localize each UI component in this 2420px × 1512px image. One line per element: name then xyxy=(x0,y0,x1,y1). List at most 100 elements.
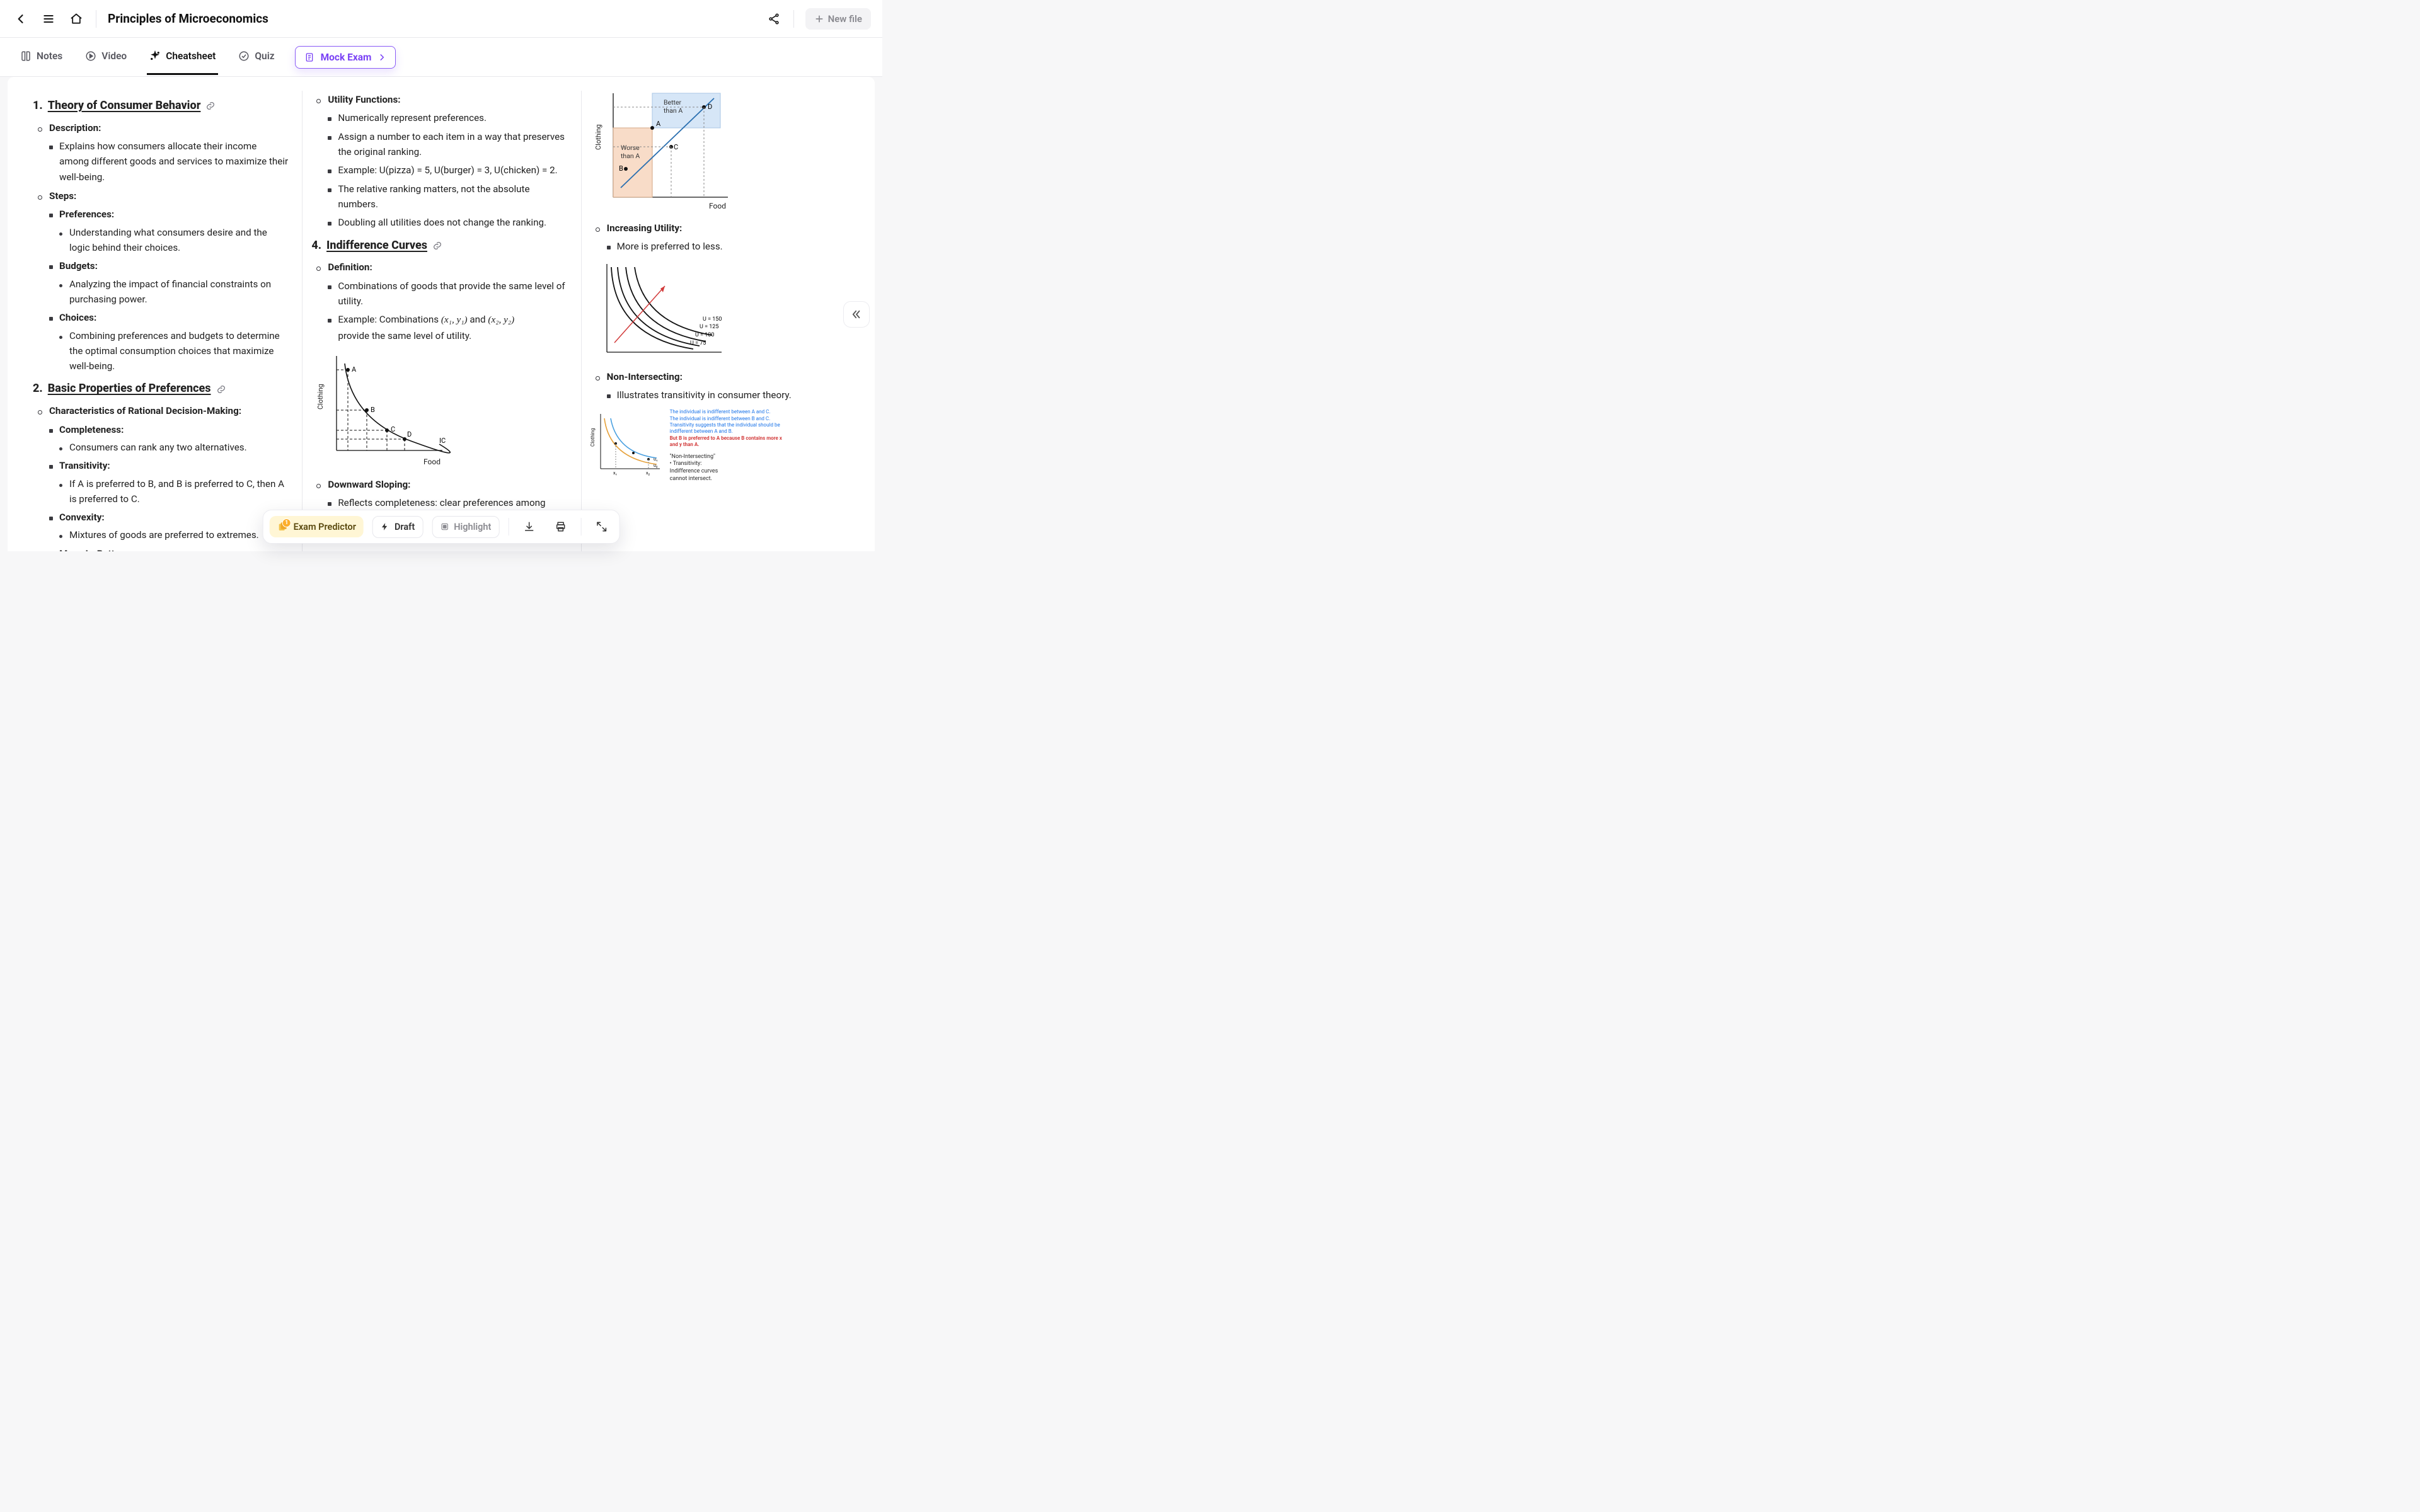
list-text: and xyxy=(470,314,488,325)
point-label: D xyxy=(407,430,412,438)
tab-cheatsheet[interactable]: Cheatsheet xyxy=(147,39,218,75)
math-expression: (x₂, y₂) xyxy=(488,314,514,325)
list-text: Example: Combinations xyxy=(338,314,441,325)
column-3: Clothing Worse than A Better than A A B … xyxy=(582,91,871,551)
link-icon[interactable] xyxy=(432,241,442,251)
hamburger-icon xyxy=(42,13,55,25)
new-file-label: New file xyxy=(828,13,862,25)
list-text: provide the same level of utility. xyxy=(338,330,471,341)
tab-quiz[interactable]: Quiz xyxy=(236,39,277,75)
section-title[interactable]: Basic Properties of Preferences xyxy=(48,380,211,398)
svg-text:A: A xyxy=(656,120,661,128)
list-label: Steps: xyxy=(49,190,76,202)
expand-button[interactable] xyxy=(590,515,613,538)
home-button[interactable] xyxy=(67,9,86,28)
floating-toolbar: 1 Exam Predictor Draft Highlight xyxy=(263,510,620,544)
top-bar: Principles of Microeconomics New file xyxy=(0,0,882,38)
column-2: Utility Functions: Numerically represent… xyxy=(302,91,580,551)
svg-text:U = 75: U = 75 xyxy=(690,340,706,346)
link-icon[interactable] xyxy=(205,101,216,111)
list-label: Downward Sloping: xyxy=(328,479,410,490)
link-icon[interactable] xyxy=(216,384,226,394)
list-text: Combining preferences and budgets to det… xyxy=(69,330,280,372)
svg-text:u₂: u₂ xyxy=(654,463,658,468)
svg-text:U = 100: U = 100 xyxy=(695,332,714,338)
new-file-button[interactable]: New file xyxy=(805,8,871,30)
chevrons-left-icon xyxy=(851,309,862,320)
exam-predictor-button[interactable]: 1 Exam Predictor xyxy=(270,516,364,537)
document-icon xyxy=(304,52,314,62)
collapse-panel-button[interactable] xyxy=(843,301,870,328)
figure-legend: "Non-Intersecting" • Transitivity: Indif… xyxy=(670,454,846,483)
content-area: 1. Theory of Consumer Behavior Descripti… xyxy=(8,77,875,551)
divider xyxy=(508,518,509,536)
list-label: Definition: xyxy=(328,261,372,273)
button-label: Highlight xyxy=(454,522,491,532)
svg-text:B: B xyxy=(619,164,623,173)
back-button[interactable] xyxy=(11,9,30,28)
tab-label: Mock Exam xyxy=(321,52,372,63)
divider xyxy=(793,10,794,28)
tab-label: Cheatsheet xyxy=(166,50,216,62)
tab-mock-exam[interactable]: Mock Exam xyxy=(295,46,396,69)
svg-text:x₂: x₂ xyxy=(646,471,650,476)
list-label: Transitivity: xyxy=(59,460,110,471)
list-text: Example: U(pizza) = 5, U(burger) = 3, U(… xyxy=(338,164,557,176)
list-text: Analyzing the impact of financial constr… xyxy=(69,278,271,305)
list-text: Consumers can rank any two alternatives. xyxy=(69,442,247,453)
download-button[interactable] xyxy=(517,515,540,538)
divider xyxy=(580,518,581,536)
list-label: Increasing Utility: xyxy=(607,222,683,234)
highlight-icon xyxy=(440,522,449,531)
share-button[interactable] xyxy=(764,9,783,28)
list-label: Choices: xyxy=(59,312,96,323)
button-label: Exam Predictor xyxy=(294,522,356,532)
chevron-right-icon xyxy=(377,53,386,62)
figure-preference-regions: Clothing Worse than A Better than A A B … xyxy=(596,91,846,213)
list-text: If A is preferred to B, and B is preferr… xyxy=(69,478,284,505)
list-label: Preferences: xyxy=(59,209,114,220)
tab-video[interactable]: Video xyxy=(83,39,129,75)
section-title[interactable]: Indifference Curves xyxy=(326,237,427,255)
section-heading: 4. Indifference Curves xyxy=(311,237,567,255)
list-text: Explains how consumers allocate their in… xyxy=(59,140,288,183)
section-title[interactable]: Theory of Consumer Behavior xyxy=(48,97,201,115)
list-text: Understanding what consumers desire and … xyxy=(69,227,267,253)
tab-notes[interactable]: Notes xyxy=(18,39,65,75)
axis-label-x: Food xyxy=(424,457,441,466)
axis-label-y: Clothing xyxy=(596,124,602,150)
draft-button[interactable]: Draft xyxy=(372,516,423,538)
book-icon xyxy=(20,50,32,62)
point-label: B xyxy=(371,406,375,414)
list-text: Numerically represent preferences. xyxy=(338,112,487,123)
section-heading: 2. Basic Properties of Preferences xyxy=(33,380,288,398)
share-icon xyxy=(768,13,780,25)
expand-icon xyxy=(596,521,607,532)
svg-text:u₁: u₁ xyxy=(654,457,657,462)
list-text: Mixtures of goods are preferred to extre… xyxy=(69,529,259,541)
section-number: 4. xyxy=(311,237,321,255)
page-title: Principles of Microeconomics xyxy=(108,11,268,26)
highlight-button[interactable]: Highlight xyxy=(432,516,499,538)
print-button[interactable] xyxy=(549,515,572,538)
list-text: Assign a number to each item in a way th… xyxy=(338,131,565,158)
axis-label-x: Food xyxy=(709,202,726,210)
list-text: The relative ranking matters, not the ab… xyxy=(338,183,529,210)
point-label: A xyxy=(352,365,357,374)
svg-text:than A: than A xyxy=(621,152,640,160)
svg-text:x₁: x₁ xyxy=(613,471,617,476)
tabs-bar: Notes Video Cheatsheet Quiz Mock Exam xyxy=(0,38,882,77)
list-label: More-Is-Better: xyxy=(59,548,126,551)
figure-non-intersecting: Clothing x₁ x₂ u₁ u₂ The individual is i… xyxy=(591,409,846,483)
list-label: Completeness: xyxy=(59,424,124,435)
list-text: Combinations of goods that provide the s… xyxy=(338,280,565,307)
figure-increasing-utility: U = 150 U = 125 U = 100 U = 75 xyxy=(596,261,846,362)
menu-button[interactable] xyxy=(39,9,58,28)
list-label: Utility Functions: xyxy=(328,94,400,105)
exam-predictor-badge: 1 xyxy=(282,518,291,527)
section-number: 1. xyxy=(33,97,43,115)
point-label: C xyxy=(391,425,395,433)
column-1: 1. Theory of Consumer Behavior Descripti… xyxy=(24,91,302,551)
section-number: 2. xyxy=(33,380,43,398)
download-icon xyxy=(523,521,534,532)
